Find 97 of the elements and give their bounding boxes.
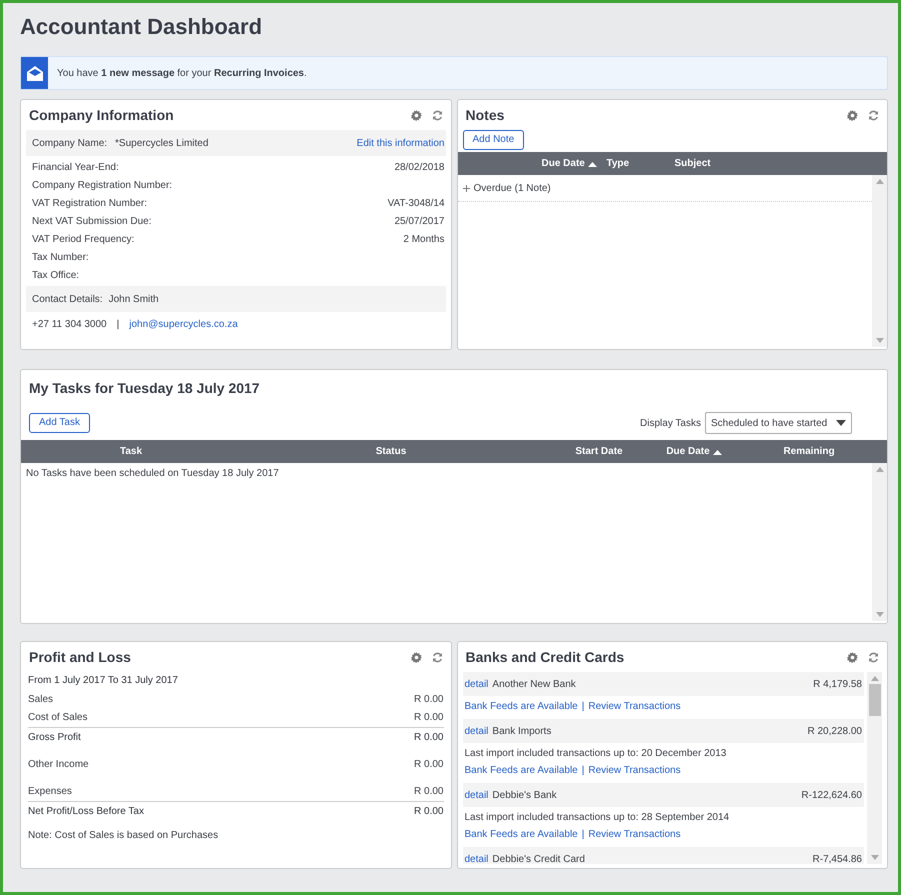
scroll-up-icon[interactable] xyxy=(876,467,884,472)
field-label: Tax Number: xyxy=(32,250,89,264)
settings-icon[interactable] xyxy=(410,110,422,120)
envelope-icon xyxy=(26,66,42,80)
scrollbar-thumb[interactable] xyxy=(868,684,880,716)
account-balance: R-7,454.86 xyxy=(812,852,862,864)
edit-link[interactable]: Edit this information xyxy=(356,136,444,150)
field-label: Next VAT Submission Due: xyxy=(32,214,152,228)
import-note: Last import included transactions up to: 20 December 2013 xyxy=(464,747,728,761)
scrollbar[interactable] xyxy=(872,463,887,621)
phone-number: +27 11 304 3000 xyxy=(32,318,107,332)
panel-title: Profit and Loss xyxy=(29,648,131,666)
scroll-down-icon[interactable] xyxy=(876,338,884,343)
scroll-up-icon[interactable] xyxy=(870,676,878,681)
column-header[interactable]: Status xyxy=(241,444,541,459)
row-amount: R 0.00 xyxy=(414,784,444,798)
field-label: Tax Office: xyxy=(32,268,80,282)
panel-title: Notes xyxy=(466,106,504,124)
bank-feeds-link[interactable]: Bank Feeds are Available xyxy=(464,827,578,842)
row-label: Expenses xyxy=(28,784,72,798)
row-label: Other Income xyxy=(28,758,89,772)
column-header[interactable]: Subject xyxy=(674,156,754,171)
settings-icon[interactable] xyxy=(847,652,858,662)
column-header[interactable]: Start Date xyxy=(541,444,657,459)
panel-title: My Tasks for Tuesday 18 July 2017 xyxy=(29,378,260,398)
caret-icon xyxy=(836,420,846,426)
separator: | xyxy=(582,764,584,778)
field-value: VAT-3048/14 xyxy=(388,196,444,210)
field-label: Company Registration Number: xyxy=(32,178,172,192)
empty-message: No Tasks have been scheduled on Tuesday 18 July 2017 xyxy=(26,468,279,479)
refresh-icon[interactable] xyxy=(432,652,442,662)
scrollbar[interactable] xyxy=(872,175,887,347)
account-balance: R 4,179.58 xyxy=(813,678,862,692)
panel-title: Banks and Credit Cards xyxy=(466,648,624,666)
separator: | xyxy=(582,828,584,842)
display-tasks-label: Display Tasks xyxy=(640,416,701,430)
review-transactions-link[interactable]: Review Transactions xyxy=(588,763,681,778)
detail-link[interactable]: detail xyxy=(464,788,488,802)
row-amount: R 0.00 xyxy=(414,730,444,744)
scroll-up-icon[interactable] xyxy=(876,179,884,184)
column-header[interactable]: Due Date xyxy=(542,156,606,171)
row-amount: R 0.00 xyxy=(414,758,444,772)
field-label: Company Name: xyxy=(32,136,108,150)
column-header[interactable]: Due Date xyxy=(657,444,731,459)
refresh-icon[interactable] xyxy=(868,110,879,120)
detail-link[interactable]: detail xyxy=(464,852,488,864)
column-header[interactable]: Task xyxy=(21,444,241,459)
field-label: Contact Details: xyxy=(32,292,103,306)
plus-icon[interactable] xyxy=(462,184,470,192)
account-name: Bank Imports xyxy=(492,724,552,738)
account-name: Debbie's Credit Card xyxy=(492,852,585,864)
bank-feeds-link[interactable]: Bank Feeds are Available xyxy=(464,763,578,778)
account-name: Debbie's Bank xyxy=(492,788,557,802)
field-value: 2 Months xyxy=(403,232,444,246)
row-label: Gross Profit xyxy=(28,730,81,744)
detail-link[interactable]: detail xyxy=(464,724,488,738)
add-task-button[interactable]: Add Task xyxy=(29,413,90,433)
account-name: Another New Bank xyxy=(492,678,576,692)
field-label: VAT Registration Number: xyxy=(32,196,148,210)
footnote: Note: Cost of Sales is based on Purchases xyxy=(27,829,220,843)
report-period: From 1 July 2017 To 31 July 2017 xyxy=(27,674,179,688)
message-text: You have 1 new message for your Recurring Invoices. xyxy=(57,66,307,80)
column-header[interactable]: Remaining xyxy=(731,444,887,459)
row-label: Cost of Sales xyxy=(28,710,88,724)
bank-feeds-link[interactable]: Bank Feeds are Available xyxy=(464,699,578,714)
account-balance: R-122,624.60 xyxy=(801,788,862,802)
scroll-down-icon[interactable] xyxy=(876,612,884,617)
detail-link[interactable]: detail xyxy=(464,676,488,692)
separator: | xyxy=(582,700,584,714)
field-label: Financial Year-End: xyxy=(32,160,119,174)
row-amount: R 0.00 xyxy=(414,804,444,818)
add-note-button[interactable]: Add Note xyxy=(462,130,524,150)
field-value: 28/02/2018 xyxy=(394,160,444,174)
separator: | xyxy=(116,318,120,332)
row-amount: R 0.00 xyxy=(414,710,444,724)
email-link[interactable]: john@supercycles.co.za xyxy=(129,316,238,332)
import-note: Last import included transactions up to: 28 September 2014 xyxy=(464,811,730,825)
refresh-icon[interactable] xyxy=(432,110,442,120)
row-label: Sales xyxy=(28,692,54,706)
settings-icon[interactable] xyxy=(847,110,858,120)
contact-name: John Smith xyxy=(108,292,159,306)
settings-icon[interactable] xyxy=(410,652,422,662)
review-transactions-link[interactable]: Review Transactions xyxy=(588,699,681,714)
panel-title: Company Information xyxy=(29,106,174,125)
column-header[interactable]: Type xyxy=(606,156,674,171)
account-balance: R 20,228.00 xyxy=(808,724,862,738)
scroll-down-icon[interactable] xyxy=(870,855,878,860)
review-transactions-link[interactable]: Review Transactions xyxy=(588,827,681,842)
row-label: Net Profit/Loss Before Tax xyxy=(28,804,144,818)
field-label: VAT Period Frequency: xyxy=(32,232,134,246)
field-value: 25/07/2017 xyxy=(394,214,444,228)
scrollbar[interactable] xyxy=(867,672,882,864)
row-amount: R 0.00 xyxy=(414,692,444,706)
field-value: *Supercycles Limited xyxy=(115,136,208,150)
display-tasks-dropdown[interactable]: Scheduled to have started xyxy=(705,412,852,434)
page-title: Accountant Dashboard xyxy=(20,13,264,41)
refresh-icon[interactable] xyxy=(868,652,879,662)
